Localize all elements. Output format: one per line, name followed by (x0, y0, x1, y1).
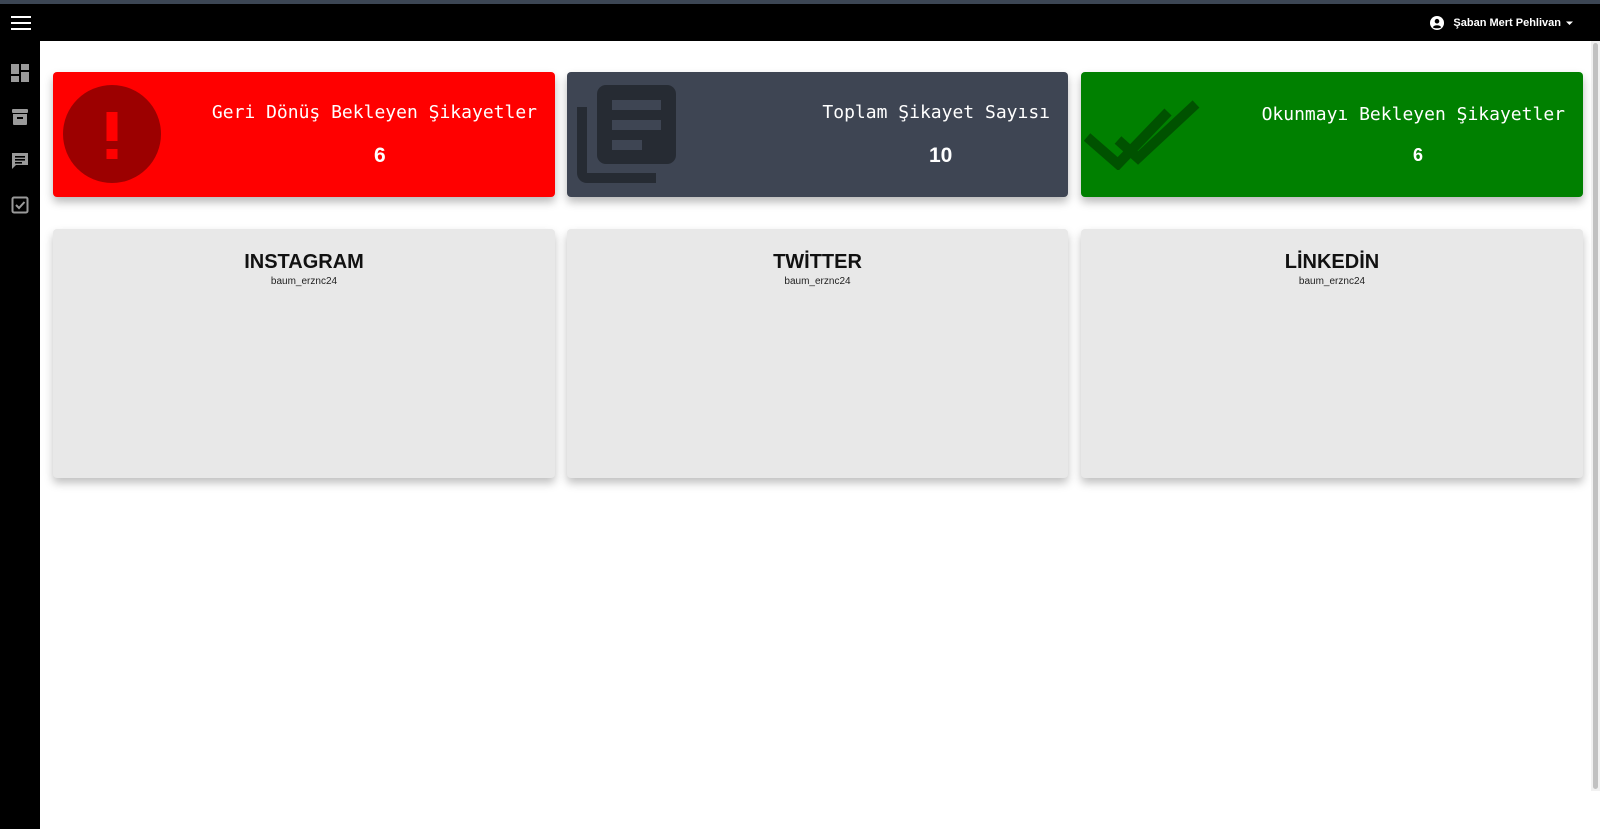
menu-icon[interactable] (8, 12, 34, 34)
user-menu[interactable]: Şaban Mert Pehlivan (1430, 13, 1574, 33)
stat-title: Toplam Şikayet Sayısı (822, 102, 1050, 123)
stat-card-unread[interactable]: Okunmayı Bekleyen Şikayetler 6 (1081, 72, 1583, 197)
vertical-scrollbar[interactable] (1591, 41, 1600, 791)
account-handle: baum_erznc24 (1298, 276, 1366, 287)
account-handle: baum_erznc24 (270, 276, 338, 287)
social-card-linkedin[interactable]: LİNKEDİN baum_erznc24 (1081, 229, 1583, 478)
caret-down-icon (1565, 20, 1574, 26)
stat-title: Geri Dönüş Bekleyen Şikayetler (211, 102, 537, 123)
social-card-instagram[interactable]: INSTAGRAM baum_erznc24 (53, 229, 555, 478)
stat-title: Okunmayı Bekleyen Şikayetler (1261, 104, 1565, 125)
alert-circle-icon (63, 85, 161, 188)
platform-name: TWİTTER (773, 251, 862, 273)
app-bar: Şaban Mert Pehlivan (0, 4, 1600, 41)
check-box-icon[interactable] (9, 194, 31, 216)
comment-icon[interactable] (9, 150, 31, 172)
sidebar (0, 41, 40, 829)
stat-value: 10 (929, 144, 953, 167)
account-circle-icon (1430, 16, 1445, 30)
scrollbar-thumb[interactable] (1593, 43, 1598, 789)
user-name: Şaban Mert Pehlivan (1453, 17, 1561, 29)
stat-card-total-complaints[interactable]: Toplam Şikayet Sayısı 10 (567, 72, 1068, 197)
social-card-twitter[interactable]: TWİTTER baum_erznc24 (567, 229, 1068, 478)
platform-name: INSTAGRAM (244, 251, 364, 273)
stat-value: 6 (1413, 145, 1424, 165)
library-books-icon (577, 85, 677, 190)
double-check-icon (1083, 100, 1202, 175)
account-handle: baum_erznc24 (784, 276, 851, 287)
dashboard-icon[interactable] (9, 62, 31, 84)
stat-card-pending-response[interactable]: Geri Dönüş Bekleyen Şikayetler 6 (53, 72, 555, 197)
stat-value: 6 (374, 144, 386, 167)
archive-icon[interactable] (9, 106, 31, 128)
platform-name: LİNKEDİN (1284, 251, 1380, 273)
